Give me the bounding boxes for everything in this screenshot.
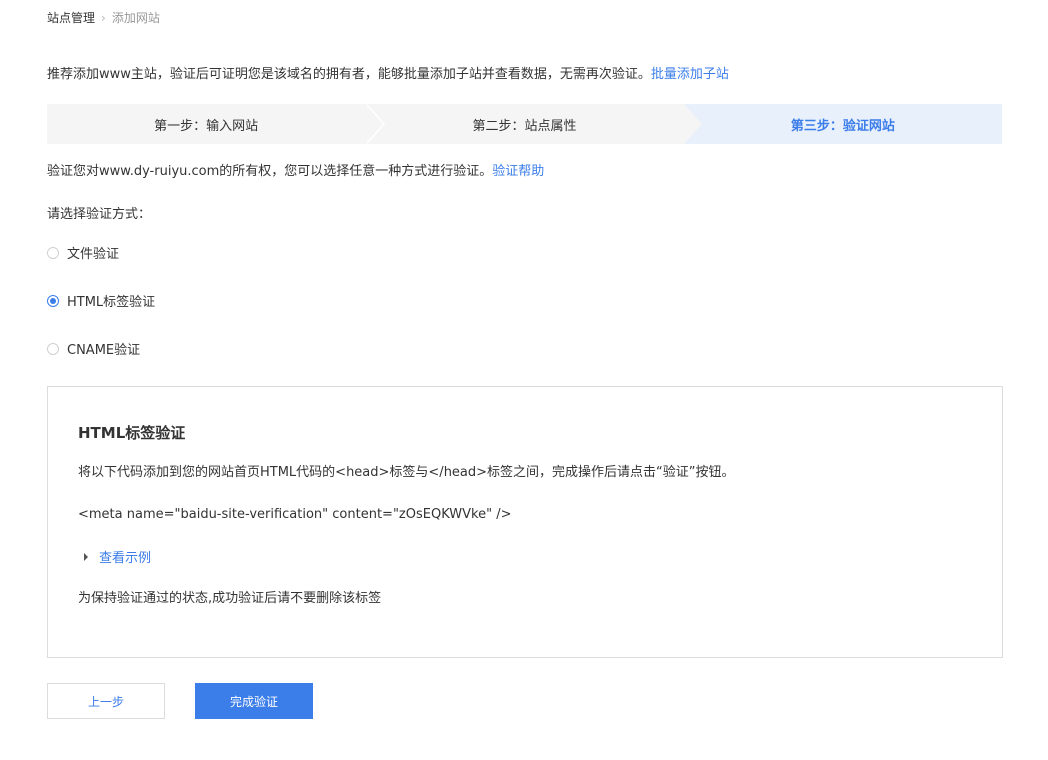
verification-meta-code: <meta name="baidu-site-verification" con… [78,507,512,522]
verify-description: 验证您对www.dy-ruiyu.com的所有权，您可以选择任意一种方式进行验证… [47,162,544,182]
method-cname-option[interactable]: CNAME验证 [47,339,140,358]
verify-text: 验证您对www.dy-ruiyu.com的所有权，您可以选择任意一种方式进行验证… [47,164,493,179]
method-html-label: HTML标签验证 [67,295,156,310]
view-example-link[interactable]: 查看示例 [99,547,151,566]
method-file-option[interactable]: 文件验证 [47,243,119,262]
panel-note: 为保持验证通过的状态,成功验证后请不要删除该标签 [78,591,382,606]
intro-description: 推荐添加www主站，验证后可证明您是该域名的拥有者，能够批量添加子站并查看数据，… [47,67,651,82]
method-cname-label: CNAME验证 [67,343,141,358]
verify-help-link[interactable]: 验证帮助 [492,164,544,179]
caret-right-icon [84,552,88,561]
view-example-toggle[interactable]: 查看示例 [78,547,151,566]
step-2-arrow [683,104,702,144]
breadcrumb: 站点管理 › 添加网站 [47,9,160,27]
step-3: 第三步：验证网站 [683,104,1002,144]
panel-instruction: 将以下代码添加到您的网站首页HTML代码的<head>标签与</head>标签之… [78,465,735,480]
complete-verification-button[interactable]: 完成验证 [195,683,313,719]
intro-text: 推荐添加www主站，验证后可证明您是该域名的拥有者，能够批量添加子站并查看数据，… [47,65,729,85]
step-2-label: 第二步：站点属性 [472,118,577,134]
step-3-label: 第三步：验证网站 [790,118,895,134]
choose-method-label: 请选择验证方式： [47,207,152,222]
step-progress-bar: 第一步：输入网站 第二步：站点属性 第三步：验证网站 [47,104,1002,144]
step-1-label: 第一步：输入网站 [154,118,259,134]
batch-add-subsites-link[interactable]: 批量添加子站 [651,67,729,82]
breadcrumb-site-management[interactable]: 站点管理 [47,11,95,25]
html-verification-panel: HTML标签验证 将以下代码添加到您的网站首页HTML代码的<head>标签与<… [47,386,1003,658]
method-html-option[interactable]: HTML标签验证 [47,291,155,310]
breadcrumb-current: 添加网站 [111,11,160,25]
method-file-label: 文件验证 [67,247,120,262]
radio-file[interactable] [47,246,59,259]
radio-cname[interactable] [47,342,59,355]
breadcrumb-separator-icon: › [101,11,106,25]
radio-html[interactable] [47,294,59,307]
step-2: 第二步：站点属性 [365,104,702,144]
panel-title: HTML标签验证 [78,424,186,442]
previous-step-button[interactable]: 上一步 [47,683,165,719]
step-1-arrow [365,104,384,144]
step-1: 第一步：输入网站 [47,104,386,144]
